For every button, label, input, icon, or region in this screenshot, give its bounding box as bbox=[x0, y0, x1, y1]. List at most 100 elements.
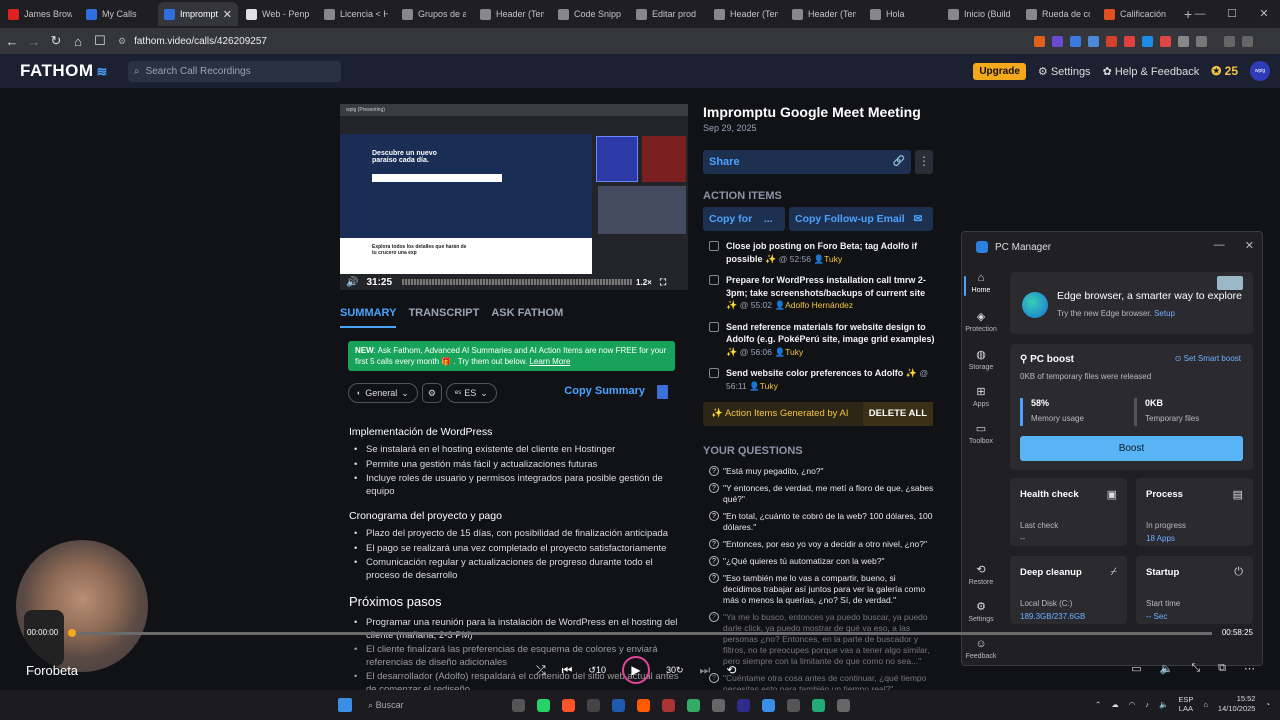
repeat-off-icon[interactable]: ⟲ bbox=[726, 663, 736, 677]
menu-icon[interactable] bbox=[1242, 35, 1253, 47]
brave-icon[interactable] bbox=[562, 698, 575, 712]
question-item[interactable]: ? "Eso también me lo vas a compartir, bue… bbox=[709, 573, 935, 606]
next-icon[interactable]: ⏭ bbox=[700, 663, 711, 678]
copy-summary-button[interactable]: Copy Summary bbox=[564, 385, 645, 397]
question-item[interactable]: ? "Entonces, por eso yo voy a decidir a o… bbox=[709, 539, 935, 550]
process-card[interactable]: Process ▤ In progress 18 Apps bbox=[1136, 478, 1253, 546]
promo-learn-more-link[interactable]: Learn More bbox=[529, 357, 570, 366]
pc-nav-feedback[interactable]: ☺ Feedback bbox=[962, 638, 1000, 660]
browser-tab[interactable]: Rueda de co bbox=[1020, 2, 1096, 26]
wifi-icon[interactable]: ◠ bbox=[1129, 700, 1136, 709]
back-icon[interactable]: ← bbox=[2, 34, 22, 49]
seek-handle[interactable] bbox=[68, 629, 76, 637]
volume-icon[interactable]: 🔈 bbox=[1160, 662, 1174, 675]
browser-tab[interactable]: James Brow bbox=[2, 2, 78, 26]
chevron-up-icon[interactable]: ⌃ bbox=[1095, 700, 1101, 709]
avatar[interactable]: wpig bbox=[1250, 61, 1270, 81]
minimize-icon[interactable]: — bbox=[1214, 239, 1225, 252]
browser-tab[interactable]: Header (Tem bbox=[708, 2, 784, 26]
maximize-icon[interactable]: ☐ bbox=[1216, 0, 1248, 28]
previous-icon[interactable]: ⏮ bbox=[562, 663, 573, 678]
copy-for-button[interactable]: Copy for ... bbox=[703, 207, 785, 231]
app-icon[interactable] bbox=[662, 698, 675, 712]
app-icon[interactable] bbox=[812, 698, 825, 712]
settings-icon[interactable] bbox=[837, 698, 850, 712]
minimize-player-icon[interactable]: ⤡ bbox=[1191, 662, 1200, 675]
whatsapp-icon[interactable] bbox=[537, 698, 550, 712]
pc-nav-protection[interactable]: ◈ Protection bbox=[962, 310, 1000, 333]
browser-tab[interactable]: Editar prod bbox=[630, 2, 706, 26]
play-button[interactable]: ▶ bbox=[621, 656, 650, 684]
extension-icon[interactable] bbox=[1160, 35, 1171, 47]
action-item-timestamp[interactable]: @ 55:02 bbox=[740, 300, 772, 310]
maps-icon[interactable] bbox=[787, 698, 800, 712]
close-icon[interactable]: ✕ bbox=[1245, 239, 1254, 252]
pc-nav-apps[interactable]: ⊞ Apps bbox=[962, 385, 1000, 408]
fullscreen-icon[interactable]: ⛶ bbox=[660, 277, 666, 288]
browser-tab[interactable]: Header (Tem bbox=[786, 2, 862, 26]
site-info-icon[interactable]: ⚙ bbox=[118, 36, 126, 47]
pc-nav-settings[interactable]: ⚙ Settings bbox=[962, 600, 1000, 623]
action-item-checkbox[interactable] bbox=[709, 368, 719, 378]
rewind-10-icon[interactable]: ↺10 bbox=[588, 665, 606, 676]
media-icon[interactable] bbox=[1224, 35, 1235, 47]
browser-tab[interactable]: Calificación bbox=[1098, 2, 1174, 26]
copy-followup-email-button[interactable]: Copy Follow-up Email ✉ bbox=[789, 207, 933, 231]
extension-icon[interactable] bbox=[1106, 35, 1117, 47]
template-settings-button[interactable]: ⚙ bbox=[421, 383, 442, 403]
illustrator-icon[interactable] bbox=[637, 698, 650, 712]
browser-tab[interactable]: Web - Penp bbox=[240, 2, 316, 26]
more-options-button[interactable]: ⋮ bbox=[915, 150, 933, 174]
action-item-checkbox[interactable] bbox=[709, 241, 719, 251]
brave-shield-icon[interactable] bbox=[1034, 35, 1045, 47]
upgrade-button[interactable]: Upgrade bbox=[973, 62, 1026, 80]
browser-tab[interactable]: Code Snipp bbox=[552, 2, 628, 26]
more-icon[interactable]: ⋯ bbox=[1244, 662, 1255, 675]
action-item-timestamp[interactable]: @ 56:06 bbox=[740, 347, 772, 357]
bookmark-icon[interactable]: ☐ bbox=[90, 33, 110, 49]
browser-tab[interactable]: Header (Tem bbox=[474, 2, 550, 26]
speaker-icon[interactable]: 🔈 bbox=[1159, 700, 1168, 709]
app-icon[interactable] bbox=[762, 698, 775, 712]
extension-icon[interactable] bbox=[1088, 35, 1099, 47]
extension-icon[interactable] bbox=[1124, 35, 1135, 47]
edge-setup-link[interactable]: Setup bbox=[1154, 309, 1175, 318]
network-icon[interactable]: ⌂ bbox=[1203, 700, 1208, 709]
seek-track[interactable] bbox=[72, 632, 1212, 635]
app-icon[interactable] bbox=[687, 698, 700, 712]
tray-app-icon[interactable]: ☁ bbox=[1111, 700, 1119, 709]
minimize-icon[interactable]: — bbox=[1184, 0, 1216, 28]
browser-tab[interactable]: Imprompt ✕ bbox=[158, 2, 238, 26]
audio-waveform-scrubber[interactable] bbox=[402, 279, 633, 285]
boost-button[interactable]: Boost bbox=[1020, 436, 1243, 461]
extension-icon[interactable] bbox=[1052, 35, 1063, 47]
photoshop-icon[interactable] bbox=[612, 698, 625, 712]
extensions-menu-icon[interactable] bbox=[1178, 35, 1189, 47]
forward-30-icon[interactable]: 30↻ bbox=[666, 665, 684, 676]
browser-tab[interactable]: Inicio (Build bbox=[942, 2, 1018, 26]
home-icon[interactable]: ⌂ bbox=[68, 34, 88, 49]
browser-tab[interactable]: Grupos de a bbox=[396, 2, 472, 26]
task-view-icon[interactable] bbox=[512, 698, 525, 712]
deep-cleanup-card[interactable]: Deep cleanup ⌿ Local Disk (C:) 189.3GB/2… bbox=[1010, 556, 1127, 624]
template-dropdown[interactable]: ◐ General ⌄ bbox=[348, 383, 418, 403]
extension-icon[interactable] bbox=[1142, 35, 1153, 47]
video-player[interactable]: wpig (Presenting) Descubre un nuevo para… bbox=[340, 104, 688, 290]
pc-nav-home[interactable]: ⌂ Home bbox=[962, 272, 1000, 296]
premiere-icon[interactable] bbox=[737, 698, 750, 712]
browser-tab[interactable]: Hola bbox=[864, 2, 940, 26]
settings-button[interactable]: ⚙ Settings bbox=[1038, 65, 1091, 78]
notification-icon[interactable]: ◔ bbox=[1265, 700, 1270, 709]
volume-icon[interactable]: 🔊 bbox=[346, 277, 358, 288]
browser-tab[interactable]: Licencia < H bbox=[318, 2, 394, 26]
browser-tab[interactable]: My Calls bbox=[80, 2, 156, 26]
action-item-timestamp[interactable]: @ 52:56 bbox=[779, 254, 811, 264]
sidebar-icon[interactable] bbox=[1196, 35, 1207, 47]
extension-icon[interactable] bbox=[1070, 35, 1081, 47]
share-button[interactable]: Share 🔗 bbox=[703, 150, 911, 174]
shuffle-icon[interactable]: ⤮ bbox=[536, 663, 546, 678]
search-input[interactable]: ⌕ Search Call Recordings bbox=[127, 60, 341, 82]
taskbar-search[interactable]: ⌕ Buscar bbox=[362, 695, 502, 715]
smart-boost-link[interactable]: ⊙ Set Smart boost bbox=[1175, 354, 1241, 363]
pc-nav-storage[interactable]: ◍ Storage bbox=[962, 348, 1000, 371]
